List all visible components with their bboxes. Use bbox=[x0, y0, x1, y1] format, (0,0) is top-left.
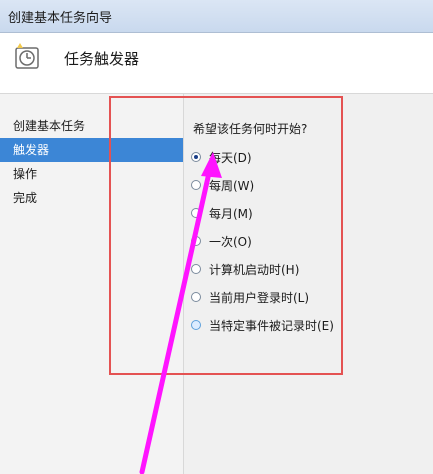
create-basic-task-wizard: 创建基本任务向导 任务触发器 创建基本任务 触发器 操作 完成 希望该任务何时开… bbox=[0, 0, 433, 474]
radio-button[interactable] bbox=[191, 292, 201, 302]
radio-button[interactable] bbox=[191, 208, 201, 218]
daily-option[interactable]: 每天(D) bbox=[191, 148, 252, 166]
computer-startup-option[interactable]: 计算机启动时(H) bbox=[191, 260, 299, 278]
step-trigger[interactable]: 触发器 bbox=[0, 138, 183, 162]
calendar-clock-icon bbox=[15, 43, 39, 69]
option-label: 一次(O) bbox=[209, 234, 252, 249]
option-label: 每周(W) bbox=[209, 178, 255, 193]
radio-button[interactable] bbox=[191, 320, 201, 330]
option-label: 当特定事件被记录时(E) bbox=[209, 318, 334, 333]
radio-button[interactable] bbox=[191, 180, 201, 190]
radio-button[interactable] bbox=[191, 236, 201, 246]
weekly-option[interactable]: 每周(W) bbox=[191, 176, 254, 194]
radio-button[interactable] bbox=[191, 264, 201, 274]
radio-button[interactable] bbox=[191, 152, 201, 162]
option-label: 每月(M) bbox=[209, 206, 253, 221]
step-label: 操作 bbox=[13, 167, 38, 181]
once-option[interactable]: 一次(O) bbox=[191, 232, 252, 250]
step-label: 完成 bbox=[13, 191, 38, 205]
step-label: 触发器 bbox=[13, 143, 50, 157]
trigger-question: 希望该任务何时开始? bbox=[193, 122, 308, 136]
option-label: 当前用户登录时(L) bbox=[209, 290, 310, 305]
user-logon-option[interactable]: 当前用户登录时(L) bbox=[191, 288, 309, 306]
wizard-steps-sidebar: 创建基本任务 触发器 操作 完成 bbox=[0, 94, 184, 474]
wizard-header: 任务触发器 bbox=[0, 33, 433, 94]
step-finish[interactable]: 完成 bbox=[0, 186, 183, 210]
page-title: 任务触发器 bbox=[64, 50, 140, 68]
option-label: 每天(D) bbox=[209, 150, 252, 165]
specific-event-option[interactable]: 当特定事件被记录时(E) bbox=[191, 316, 334, 334]
window-title: 创建基本任务向导 bbox=[8, 11, 113, 26]
title-bar: 创建基本任务向导 bbox=[0, 0, 433, 33]
step-action[interactable]: 操作 bbox=[0, 162, 183, 186]
option-label: 计算机启动时(H) bbox=[209, 262, 300, 277]
trigger-options-panel: 希望该任务何时开始? 每天(D) 每周(W) 每月(M) 一次(O) 计算机启动… bbox=[184, 94, 433, 474]
step-create-basic-task[interactable]: 创建基本任务 bbox=[0, 114, 183, 138]
step-label: 创建基本任务 bbox=[13, 119, 86, 133]
monthly-option[interactable]: 每月(M) bbox=[191, 204, 253, 222]
